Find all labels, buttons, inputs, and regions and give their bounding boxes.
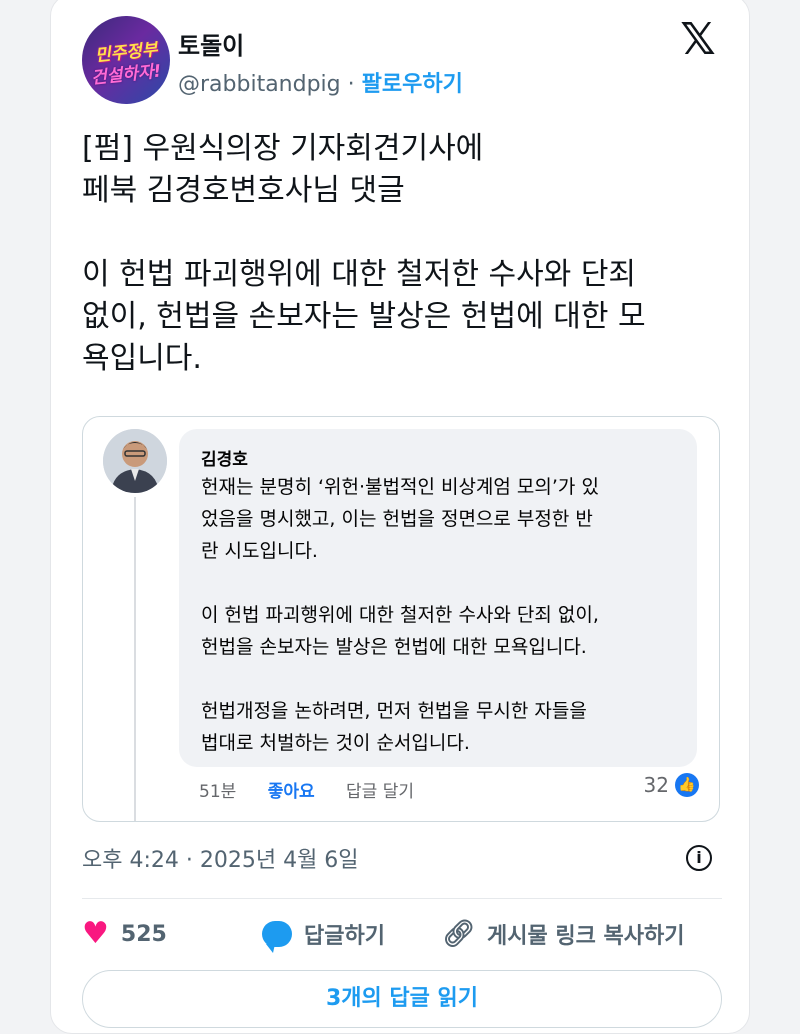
follow-button[interactable]: 팔로우하기 bbox=[362, 72, 463, 97]
comment-text: 헌재는 분명히 ‘위헌·불법적인 비상계엄 모의’가 있 었음을 명시했고, 이… bbox=[201, 476, 599, 754]
comment-time: 51분 bbox=[199, 782, 237, 802]
author-handle[interactable]: @rabbitandpig bbox=[178, 72, 341, 97]
commenter-avatar bbox=[103, 429, 167, 493]
like-button[interactable]: ♥ 525 bbox=[82, 919, 262, 949]
divider bbox=[82, 898, 722, 899]
tweet-text: [펌] 우원식의장 기자회견기사에 페북 김경호변호사님 댓글 이 헌법 파괴행… bbox=[82, 131, 646, 376]
link-icon: 🔗︎ bbox=[442, 919, 476, 949]
comment-actions: 51분 좋아요 답글 달기 bbox=[199, 777, 440, 802]
comment-bubble: 김경호 헌재는 분명히 ‘위헌·불법적인 비상계엄 모의’가 있 었음을 명시했… bbox=[179, 429, 697, 767]
author-handle-row: @rabbitandpig · 팔로우하기 bbox=[178, 66, 463, 98]
thumbs-up-icon: 👍 bbox=[675, 773, 699, 797]
comment-reply-label: 답글 달기 bbox=[346, 782, 414, 802]
read-replies-button[interactable]: 3개의 답글 읽기 bbox=[82, 970, 722, 1028]
handle-separator: · bbox=[347, 72, 355, 97]
author-name[interactable]: 토돌이 bbox=[178, 26, 244, 61]
person-photo-icon bbox=[103, 429, 167, 493]
commenter-name: 김경호 bbox=[201, 450, 248, 470]
heart-icon: ♥ bbox=[82, 916, 109, 951]
engagement-bar: ♥ 525 답글하기 🔗︎ 게시물 링크 복사하기 bbox=[82, 914, 722, 954]
copy-link-button[interactable]: 🔗︎ 게시물 링크 복사하기 bbox=[442, 918, 685, 950]
reply-button[interactable]: 답글하기 bbox=[262, 918, 442, 953]
tweet-timestamp[interactable]: 오후 4:24 · 2025년 4월 6일 bbox=[82, 842, 359, 874]
embedded-image[interactable]: 김경호 헌재는 분명히 ‘위헌·불법적인 비상계엄 모의’가 있 었음을 명시했… bbox=[82, 416, 720, 822]
x-logo-icon[interactable]: 𝕏 bbox=[676, 18, 720, 62]
reply-bubble-icon bbox=[262, 921, 292, 953]
comment-like-label: 좋아요 bbox=[267, 782, 315, 802]
comment-reactions: 32 👍 bbox=[644, 773, 699, 797]
like-count: 525 bbox=[120, 921, 167, 947]
reaction-count: 32 bbox=[643, 773, 669, 797]
author-avatar[interactable]: 민주정부 건설하자! bbox=[82, 16, 170, 104]
info-icon[interactable]: i bbox=[686, 845, 712, 871]
thread-line bbox=[134, 497, 136, 821]
reply-label: 답글하기 bbox=[304, 924, 385, 949]
copy-link-label: 게시물 링크 복사하기 bbox=[487, 924, 685, 949]
